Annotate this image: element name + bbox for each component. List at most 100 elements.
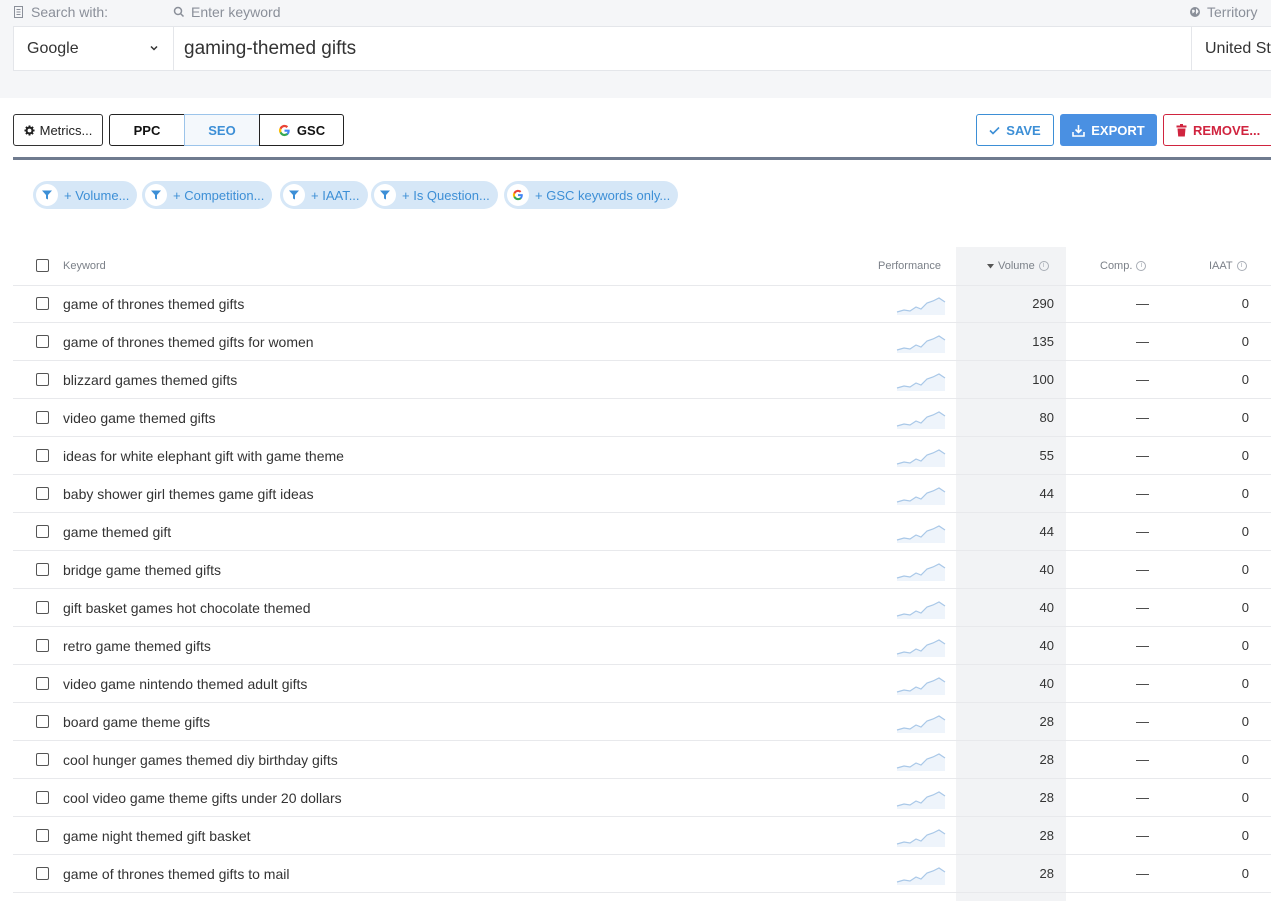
table-row[interactable]: video game nintendo themed adult gifts 40… bbox=[13, 665, 1271, 703]
keyword-cell[interactable]: retro game themed gifts bbox=[63, 627, 211, 664]
metrics-button-label: Metrics... bbox=[39, 122, 93, 138]
engine-select[interactable]: Google bbox=[14, 27, 174, 70]
table-row[interactable]: game of thrones themed gifts 290 — 0 bbox=[13, 285, 1271, 323]
row-checkbox[interactable] bbox=[36, 601, 49, 614]
comp-cell: — bbox=[1136, 752, 1149, 767]
keyword-cell[interactable]: cool hunger games themed diy birthday gi… bbox=[63, 741, 338, 778]
table-row[interactable]: video game themed gifts 80 — 0 bbox=[13, 399, 1271, 437]
table-row[interactable]: gift basket games hot chocolate themed 40… bbox=[13, 589, 1271, 627]
table-row[interactable]: game of thrones themed gifts to mail 28 — 0 bbox=[13, 855, 1271, 893]
gear-icon bbox=[24, 124, 35, 136]
filter-icon bbox=[36, 184, 58, 206]
table-row[interactable]: game night themed gift basket 28 — 0 bbox=[13, 817, 1271, 855]
row-checkbox[interactable] bbox=[36, 867, 49, 880]
keyword-cell[interactable]: cool video game theme gifts under 20 dol… bbox=[63, 779, 342, 816]
row-checkbox[interactable] bbox=[36, 487, 49, 500]
table-row[interactable]: baby shower girl themes game gift ideas 4… bbox=[13, 475, 1271, 513]
tab-ppc[interactable]: PPC bbox=[109, 114, 185, 146]
row-checkbox[interactable] bbox=[36, 639, 49, 652]
keyword-cell[interactable]: blizzard games themed gifts bbox=[63, 361, 237, 398]
export-button-label: EXPORT bbox=[1091, 122, 1145, 138]
table-row[interactable]: cool hunger games themed diy birthday gi… bbox=[13, 741, 1271, 779]
keyword-cell[interactable]: video game nintendo themed adult gifts bbox=[63, 665, 307, 702]
column-header-performance: Performance bbox=[878, 247, 941, 285]
keyword-cell[interactable]: baby shower girl themes game gift ideas bbox=[63, 475, 314, 512]
save-button-label: SAVE bbox=[1006, 122, 1041, 138]
table-row[interactable]: retro game themed gifts 40 — 0 bbox=[13, 627, 1271, 665]
filter-chip-volume[interactable]: + Volume... bbox=[33, 181, 138, 209]
keyword-cell[interactable]: board game theme gifts bbox=[63, 703, 210, 740]
row-checkbox[interactable] bbox=[36, 449, 49, 462]
comp-cell: — bbox=[1136, 638, 1149, 653]
row-checkbox[interactable] bbox=[36, 297, 49, 310]
keyword-cell[interactable]: game of thrones themed gifts bbox=[63, 285, 244, 322]
table-row[interactable]: game of thrones themed gifts for women 13… bbox=[13, 323, 1271, 361]
row-checkbox[interactable] bbox=[36, 715, 49, 728]
performance-sparkline bbox=[896, 867, 946, 885]
performance-sparkline bbox=[896, 487, 946, 505]
keyword-cell[interactable]: game of thrones themed gifts for women bbox=[63, 323, 314, 360]
keyword-cell[interactable]: bridge game themed gifts bbox=[63, 551, 221, 588]
table-header: Keyword Performance Volume i Comp. i IAA… bbox=[13, 247, 1271, 286]
filter-chip-is-question[interactable]: + Is Question... bbox=[371, 181, 498, 209]
save-button[interactable]: SAVE bbox=[976, 114, 1054, 146]
performance-sparkline bbox=[896, 639, 946, 657]
row-checkbox[interactable] bbox=[36, 335, 49, 348]
column-header-comp[interactable]: Comp. i bbox=[1100, 247, 1147, 285]
iaat-cell: 0 bbox=[1241, 828, 1249, 843]
filter-chip-iaat[interactable]: + IAAT... bbox=[280, 181, 368, 209]
select-all-checkbox[interactable] bbox=[36, 259, 49, 272]
search-header: Search with: Enter keyword Territory Goo… bbox=[0, 0, 1271, 98]
tab-seo[interactable]: SEO bbox=[184, 114, 260, 146]
row-checkbox[interactable] bbox=[36, 525, 49, 538]
row-checkbox[interactable] bbox=[36, 753, 49, 766]
table-row[interactable]: cool video game theme gifts under 20 dol… bbox=[13, 779, 1271, 817]
column-header-volume[interactable]: Volume i bbox=[987, 247, 1049, 285]
toolbar: Metrics... PPC SEO GSC SAVE EXPORT REMOV… bbox=[0, 99, 1271, 159]
iaat-cell: 0 bbox=[1241, 334, 1249, 349]
tab-gsc[interactable]: GSC bbox=[259, 114, 344, 146]
row-checkbox[interactable] bbox=[36, 677, 49, 690]
volume-cell: 80 bbox=[1039, 410, 1054, 425]
volume-cell: 28 bbox=[1039, 752, 1054, 767]
chevron-down-icon bbox=[150, 45, 158, 51]
table-row[interactable]: bridge game themed gifts 40 — 0 bbox=[13, 551, 1271, 589]
volume-cell: 40 bbox=[1039, 676, 1054, 691]
tab-gsc-label: GSC bbox=[296, 122, 326, 138]
table-row[interactable]: board game theme gifts 28 — 0 bbox=[13, 703, 1271, 741]
info-icon[interactable]: i bbox=[1236, 261, 1247, 271]
keyword-cell[interactable]: game of thrones themed gifts to mail bbox=[63, 855, 289, 892]
comp-cell: — bbox=[1136, 372, 1149, 387]
comp-cell: — bbox=[1136, 866, 1149, 881]
row-checkbox[interactable] bbox=[36, 563, 49, 576]
filter-chip-competition[interactable]: + Competition... bbox=[142, 181, 273, 209]
comp-cell: — bbox=[1136, 524, 1149, 539]
row-checkbox[interactable] bbox=[36, 829, 49, 842]
keyword-cell[interactable]: video game themed gifts bbox=[63, 399, 216, 436]
export-button[interactable]: EXPORT bbox=[1060, 114, 1157, 146]
table-row[interactable]: blizzard games themed gifts 100 — 0 bbox=[13, 361, 1271, 399]
row-checkbox[interactable] bbox=[36, 791, 49, 804]
performance-sparkline bbox=[896, 601, 946, 619]
territory-select[interactable]: United States bbox=[1191, 27, 1271, 70]
row-checkbox[interactable] bbox=[36, 373, 49, 386]
performance-sparkline bbox=[896, 791, 946, 809]
info-icon[interactable]: i bbox=[1136, 261, 1147, 271]
keyword-input[interactable] bbox=[174, 27, 1191, 70]
remove-button[interactable]: REMOVE... bbox=[1163, 114, 1271, 146]
table-row[interactable]: game themed gift 44 — 0 bbox=[13, 513, 1271, 551]
keyword-cell[interactable]: ideas for white elephant gift with game … bbox=[63, 437, 344, 474]
row-checkbox[interactable] bbox=[36, 411, 49, 424]
column-header-keyword[interactable]: Keyword bbox=[63, 247, 106, 285]
table-row[interactable]: ideas for white elephant gift with game … bbox=[13, 437, 1271, 475]
keyword-cell[interactable]: game night themed gift basket bbox=[63, 817, 251, 854]
info-icon[interactable]: i bbox=[1038, 261, 1049, 271]
filter-icon bbox=[374, 184, 396, 206]
search-with-label-group: Search with: bbox=[13, 4, 108, 20]
keyword-cell[interactable]: game themed gift bbox=[63, 513, 171, 550]
performance-sparkline bbox=[896, 297, 946, 315]
column-header-iaat[interactable]: IAAT i bbox=[1209, 247, 1247, 285]
filter-chip-gsc-only[interactable]: + GSC keywords only... bbox=[504, 181, 679, 209]
keyword-cell[interactable]: gift basket games hot chocolate themed bbox=[63, 589, 310, 626]
metrics-button[interactable]: Metrics... bbox=[13, 114, 103, 146]
